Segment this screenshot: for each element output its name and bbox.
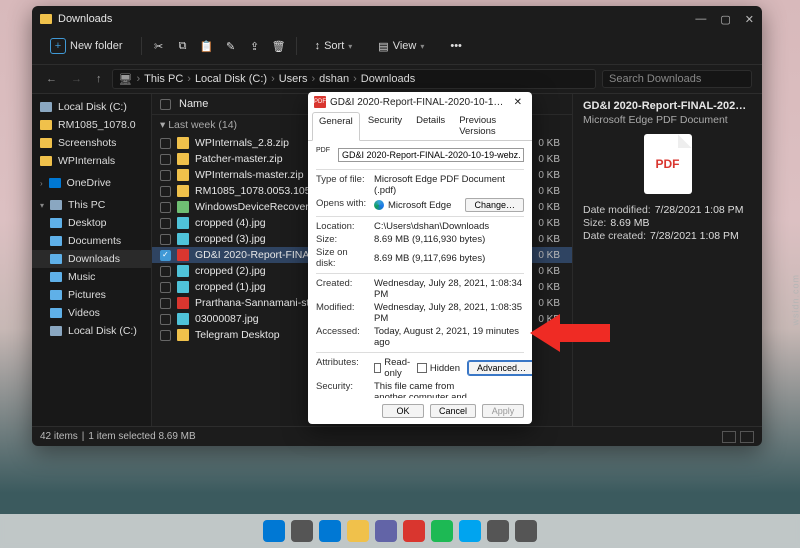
file-icon: [177, 297, 189, 309]
select-all-checkbox[interactable]: [160, 99, 171, 110]
apply-button[interactable]: Apply: [482, 404, 524, 418]
sidebar: Local Disk (C:)RM1085_1078.0ScreenshotsW…: [32, 94, 152, 426]
ok-button[interactable]: OK: [382, 404, 424, 418]
sidebar-thispc[interactable]: ▾ This PC: [32, 196, 151, 214]
preview-title: GD&I 2020-Report-FINAL-202…: [583, 100, 752, 112]
sidebar-item[interactable]: Screenshots: [32, 134, 151, 152]
file-icon: [177, 329, 189, 341]
pdf-icon: PDF: [314, 96, 326, 108]
props-tab[interactable]: Previous Versions: [453, 112, 528, 140]
view-large-button[interactable]: [740, 431, 754, 443]
taskbar-app[interactable]: [487, 520, 509, 542]
status-selection: 1 item selected 8.69 MB: [88, 431, 195, 442]
edge-icon: [374, 200, 384, 210]
taskbar: [0, 514, 800, 548]
taskbar-app[interactable]: [459, 520, 481, 542]
taskbar-app[interactable]: [431, 520, 453, 542]
forward-button[interactable]: →: [67, 73, 86, 85]
sidebar-item[interactable]: Desktop: [32, 214, 151, 232]
pdf-icon: PDF: [316, 147, 332, 163]
taskbar-app[interactable]: [347, 520, 369, 542]
sidebar-item[interactable]: Downloads: [32, 250, 151, 268]
sidebar-item[interactable]: RM1085_1078.0: [32, 116, 151, 134]
view-button[interactable]: ▤ View ▾: [370, 38, 432, 55]
rename-icon[interactable]: ✎: [224, 39, 238, 53]
sidebar-item[interactable]: Pictures: [32, 286, 151, 304]
sidebar-item[interactable]: Local Disk (C:): [32, 98, 151, 116]
status-bar: 42 items | 1 item selected 8.69 MB: [32, 426, 762, 446]
sidebar-item[interactable]: Videos: [32, 304, 151, 322]
maximize-button[interactable]: ▢: [720, 13, 730, 26]
file-icon: [177, 313, 189, 325]
taskbar-app[interactable]: [291, 520, 313, 542]
file-icon: [177, 137, 189, 149]
props-tab[interactable]: Security: [362, 112, 408, 140]
delete-icon[interactable]: 🗑: [272, 39, 286, 53]
titlebar: Downloads — ▢ ✕: [32, 6, 762, 32]
taskbar-app[interactable]: [375, 520, 397, 542]
taskbar-app[interactable]: [403, 520, 425, 542]
file-icon: [177, 169, 189, 181]
filename-input[interactable]: [338, 148, 524, 162]
file-icon: [177, 153, 189, 165]
status-count: 42 items: [40, 431, 78, 442]
props-tab[interactable]: Details: [410, 112, 451, 140]
taskbar-app[interactable]: [515, 520, 537, 542]
hidden-checkbox[interactable]: Hidden: [417, 363, 460, 374]
cut-icon[interactable]: ✂: [152, 39, 166, 53]
props-titlebar: PDF GD&I 2020-Report-FINAL-2020-10-19-we…: [308, 92, 532, 112]
sidebar-item[interactable]: Local Disk (C:): [32, 322, 151, 340]
crumb[interactable]: Local Disk (C:): [195, 73, 267, 85]
file-icon: [177, 217, 189, 229]
window-title: Downloads: [58, 13, 112, 25]
folder-icon: [40, 14, 52, 24]
taskbar-app[interactable]: [263, 520, 285, 542]
props-close-button[interactable]: ✕: [510, 97, 526, 108]
crumb[interactable]: Downloads: [361, 73, 415, 85]
file-icon: [177, 233, 189, 245]
sidebar-item[interactable]: Documents: [32, 232, 151, 250]
sidebar-item[interactable]: Music: [32, 268, 151, 286]
crumb[interactable]: Users: [279, 73, 308, 85]
address-bar: ← → ↑ 🖥›This PC›Local Disk (C:)›Users›ds…: [32, 65, 762, 94]
props-tabs: GeneralSecurityDetailsPrevious Versions: [308, 112, 532, 141]
search-input[interactable]: Search Downloads: [602, 70, 752, 88]
view-details-button[interactable]: [722, 431, 736, 443]
file-icon: [177, 265, 189, 277]
file-icon: [177, 249, 189, 261]
file-icon: [177, 201, 189, 213]
paste-icon[interactable]: 📋: [200, 39, 214, 53]
share-icon[interactable]: ⇪: [248, 39, 262, 53]
preview-pane: GD&I 2020-Report-FINAL-202… Microsoft Ed…: [572, 94, 762, 426]
change-button[interactable]: Change…: [465, 198, 524, 212]
back-button[interactable]: ←: [42, 73, 61, 85]
sidebar-item[interactable]: WPInternals: [32, 152, 151, 170]
sidebar-onedrive[interactable]: › OneDrive: [32, 174, 151, 192]
advanced-button[interactable]: Advanced…: [468, 361, 532, 375]
toolbar: + New folder ✂ ⧉ 📋 ✎ ⇪ 🗑 ↕ Sort ▾ ▤ View…: [32, 32, 762, 65]
readonly-checkbox[interactable]: Read-only: [374, 357, 413, 379]
props-tab[interactable]: General: [312, 112, 360, 141]
cancel-button[interactable]: Cancel: [430, 404, 476, 418]
plus-icon: +: [50, 38, 66, 54]
close-button[interactable]: ✕: [745, 13, 754, 26]
watermark: wsidn.com: [791, 274, 800, 326]
more-button[interactable]: •••: [442, 38, 470, 54]
file-icon: [177, 281, 189, 293]
properties-dialog: PDF GD&I 2020-Report-FINAL-2020-10-19-we…: [308, 92, 532, 424]
taskbar-app[interactable]: [319, 520, 341, 542]
copy-icon[interactable]: ⧉: [176, 39, 190, 53]
annotation-arrow: [530, 310, 610, 356]
breadcrumb[interactable]: 🖥›This PC›Local Disk (C:)›Users›dshan›Do…: [112, 69, 597, 89]
file-icon: [177, 185, 189, 197]
pdf-icon: PDF: [644, 134, 692, 194]
preview-subtype: Microsoft Edge PDF Document: [583, 114, 752, 126]
crumb[interactable]: This PC: [144, 73, 183, 85]
up-button[interactable]: ↑: [92, 73, 106, 85]
crumb[interactable]: dshan: [319, 73, 349, 85]
minimize-button[interactable]: —: [695, 13, 706, 26]
sort-button[interactable]: ↕ Sort ▾: [307, 38, 361, 54]
new-folder-button[interactable]: + New folder: [42, 36, 131, 56]
